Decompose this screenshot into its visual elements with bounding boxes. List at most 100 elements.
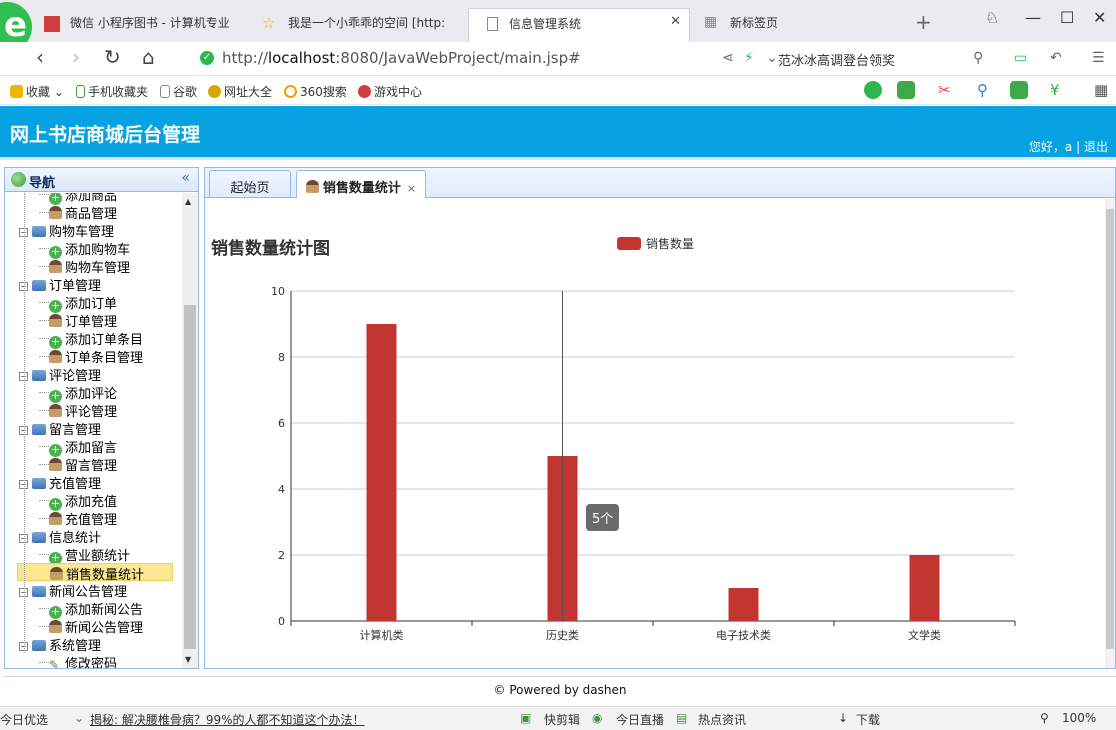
apps-icon[interactable]: ▦	[1094, 81, 1112, 99]
sidebar-item[interactable]: + 添加留言	[49, 437, 117, 457]
sidebar-item[interactable]: 留言管理	[49, 455, 118, 474]
new-tab-button[interactable]: +	[915, 10, 932, 34]
sidebar-item[interactable]: 充值管理	[49, 509, 117, 528]
sidebar-item[interactable]: 商品管理	[49, 203, 117, 222]
live-icon: ◉	[592, 711, 603, 725]
home-button[interactable]: ⌂	[142, 45, 155, 69]
sidebar-item[interactable]: + 添加订单条目	[49, 329, 143, 349]
status-item-1[interactable]: 快剪辑	[544, 711, 580, 728]
folder-icon	[32, 280, 46, 291]
scroll-thumb[interactable]	[1106, 209, 1114, 649]
sidebar-item[interactable]: + 营业额统计	[49, 545, 130, 565]
chart-bar[interactable]	[728, 588, 759, 621]
sidebar-item[interactable]: − 订单管理	[19, 275, 101, 294]
close-window-button[interactable]: ✕	[1093, 8, 1106, 27]
sidebar-item[interactable]: 评论管理	[49, 401, 117, 420]
main-scrollbar[interactable]	[1105, 199, 1115, 668]
bookmark-sites[interactable]: 网址大全	[208, 83, 272, 100]
sidebar-item[interactable]: − 系统管理	[19, 635, 101, 654]
bookmark-favorites[interactable]: 收藏 ⌄	[10, 83, 64, 100]
share-icon[interactable]: ⋖	[722, 50, 734, 66]
scissors-icon[interactable]: ✂	[938, 81, 956, 99]
scroll-up-icon[interactable]: ▲	[185, 197, 191, 206]
chart-bar[interactable]	[909, 555, 940, 621]
sidebar-item[interactable]: 订单管理	[49, 311, 117, 330]
sidebar-item-label: 评论管理	[49, 369, 102, 384]
browser-tab-3[interactable]: 信息管理系统 ✕	[468, 8, 690, 42]
sidebar-item[interactable]: 购物车管理	[49, 257, 130, 276]
close-icon[interactable]: ×	[407, 182, 416, 195]
sidebar-item[interactable]: 新闻公告管理	[49, 617, 143, 636]
sidebar-item-label: 留言管理	[65, 459, 118, 474]
maximize-button[interactable]: ☐	[1060, 8, 1074, 27]
status-left[interactable]: 今日优选	[0, 711, 48, 728]
minimize-button[interactable]: —	[1025, 8, 1041, 27]
undo-icon[interactable]: ↶	[1050, 50, 1062, 66]
game-icon	[358, 85, 371, 98]
lightning-icon[interactable]: ⚡	[744, 50, 754, 66]
sidebar-item[interactable]: ✎ 修改密码	[49, 653, 117, 668]
back-button[interactable]: ‹	[36, 45, 44, 69]
tab-start[interactable]: 起始页	[209, 170, 291, 197]
sidebar-item[interactable]: − 留言管理	[19, 419, 101, 438]
collapse-button[interactable]: «	[181, 170, 190, 186]
logout-link[interactable]: 退出	[1084, 140, 1108, 154]
zoom-level[interactable]: 100%	[1062, 711, 1096, 725]
sidebar-item[interactable]: − 新闻公告管理	[19, 581, 127, 600]
status-item-4[interactable]: 下载	[856, 711, 880, 728]
page-icon	[160, 85, 170, 98]
user-icon	[305, 180, 319, 193]
chart-tooltip: 5个	[586, 504, 620, 531]
search-hint[interactable]: 范冰冰高调登台领奖	[778, 50, 895, 69]
status-item-2[interactable]: 今日直播	[616, 711, 664, 728]
browser-tab-1[interactable]: 微信 小程序图书 - 计算机专业	[30, 8, 240, 42]
sidebar-item[interactable]: + 添加新闻公告	[49, 599, 143, 619]
chart-bar[interactable]	[366, 324, 397, 621]
address-bar-row: ‹ › ↻ ⌂ ✓ http://localhost:8080/JavaWebP…	[0, 42, 1116, 76]
bookmark-google[interactable]: 谷歌	[160, 83, 197, 100]
zoom-icon: ⚲	[1040, 711, 1049, 725]
translate-icon[interactable]	[897, 81, 915, 99]
sidebar-item[interactable]: − 充值管理	[19, 473, 101, 492]
sidebar-item[interactable]: + 添加商品	[49, 193, 117, 205]
refresh-button[interactable]: ↻	[104, 45, 121, 69]
sidebar-item[interactable]: + 添加充值	[49, 491, 117, 511]
status-item-3[interactable]: 热点资讯	[698, 711, 746, 728]
chat-icon[interactable]	[864, 81, 882, 99]
yen-icon[interactable]: ¥	[1050, 81, 1068, 99]
sidebar-item[interactable]: − 评论管理	[19, 365, 102, 384]
url-field[interactable]: ✓ http://localhost:8080/JavaWebProject/m…	[200, 47, 710, 71]
sidebar-item[interactable]: + 添加购物车	[49, 239, 130, 259]
sidebar-item[interactable]: + 添加评论	[49, 383, 117, 403]
browser-tab-4[interactable]: ▦ 新标签页	[690, 8, 900, 42]
sidebar-scrollbar[interactable]: ▲ ▼	[182, 193, 198, 668]
bookmark-mobile[interactable]: 手机收藏夹	[76, 83, 148, 100]
sidebar-item[interactable]: + 添加订单	[49, 293, 117, 313]
forward-button[interactable]: ›	[72, 45, 80, 69]
sidebar-item[interactable]: 销售数量统计	[17, 563, 173, 583]
sidebar-item[interactable]: − 购物车管理	[19, 221, 114, 240]
sidebar-item[interactable]: 订单条目管理	[49, 347, 144, 366]
menu-icon[interactable]: ☰	[1092, 50, 1105, 66]
search-icon[interactable]: ⚲	[977, 81, 995, 99]
status-news[interactable]: 揭秘: 解决腰椎骨病？99%的人都不知道这个办法！	[90, 711, 365, 728]
chevron-down-icon[interactable]: ⌄	[766, 50, 778, 66]
folder-icon	[32, 640, 46, 651]
scroll-down-icon[interactable]: ▼	[185, 655, 191, 664]
battery-icon[interactable]: ▭	[1014, 50, 1027, 66]
bookmarks-bar: 收藏 ⌄ 手机收藏夹 谷歌 网址大全 360搜索 游戏中心 ✂ ⚲ ¥ ▦	[0, 77, 1116, 105]
gamepad-icon[interactable]	[1010, 81, 1028, 99]
sidebar-item-label: 订单条目管理	[65, 351, 144, 366]
tab-sales-stats[interactable]: 销售数量统计 ×	[296, 170, 426, 198]
close-icon[interactable]: ✕	[670, 14, 681, 29]
user-icon	[49, 350, 62, 363]
shirt-icon[interactable]: ♘	[985, 8, 999, 27]
search-icon[interactable]: ⚲	[973, 50, 983, 66]
bookmark-360[interactable]: 360搜索	[284, 83, 347, 100]
sidebar-item[interactable]: − 信息统计	[19, 527, 101, 546]
bookmark-games[interactable]: 游戏中心	[358, 83, 422, 100]
folder-icon	[32, 424, 46, 435]
download-icon: ↓	[838, 711, 849, 725]
scroll-thumb[interactable]	[184, 305, 196, 649]
browser-tab-2[interactable]: ☆ 我是一个小乖乖的空间 [http:	[248, 8, 458, 42]
